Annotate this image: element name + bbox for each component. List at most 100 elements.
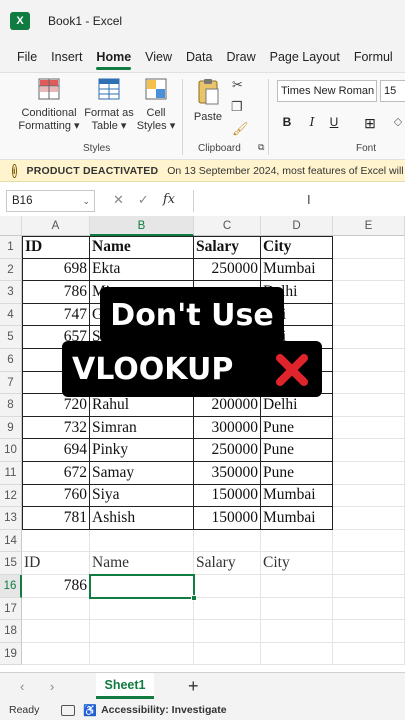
row-header-2[interactable]: 2 — [0, 258, 22, 282]
grid-cell[interactable] — [333, 642, 405, 666]
sheet-tab-sheet1[interactable]: Sheet1 — [96, 673, 154, 699]
paste-button[interactable]: Paste — [190, 77, 226, 124]
grid-cell[interactable]: Pune — [261, 462, 333, 485]
column-header-b[interactable]: B — [90, 216, 194, 236]
row-header-5[interactable]: 5 — [0, 326, 22, 349]
grid-cell[interactable]: 150000 — [194, 507, 261, 530]
chevron-right-icon[interactable]: › — [50, 679, 54, 694]
tab-home[interactable]: Home — [89, 42, 138, 72]
grid-cell[interactable] — [333, 394, 405, 417]
cell-styles-button[interactable]: Cell Styles ▾ — [134, 77, 178, 133]
italic-button[interactable]: I — [304, 115, 320, 129]
grid-cell[interactable] — [333, 462, 405, 485]
grid-cell[interactable]: Mumbai — [261, 484, 333, 508]
grid-cell[interactable] — [333, 349, 405, 372]
formula-input[interactable]: I — [193, 190, 405, 212]
grid-cell[interactable] — [333, 575, 405, 598]
fill-handle[interactable] — [191, 594, 197, 601]
row-header-17[interactable]: 17 — [0, 597, 22, 621]
tab-draw[interactable]: Draw — [219, 42, 262, 72]
select-all-corner[interactable] — [0, 216, 22, 236]
grid-cell[interactable] — [261, 620, 333, 643]
grid-cell[interactable]: 694 — [22, 439, 90, 462]
grid-cell[interactable]: City — [261, 552, 333, 575]
row-header-10[interactable]: 10 — [0, 439, 22, 462]
grid-cell[interactable]: Ekta — [90, 258, 194, 282]
row-header-7[interactable]: 7 — [0, 371, 22, 395]
grid-cell[interactable]: Rahul — [90, 394, 194, 417]
grid-cell[interactable] — [22, 642, 90, 666]
grid-cell[interactable]: Name — [90, 552, 194, 575]
tab-view[interactable]: View — [138, 42, 179, 72]
row-header-14[interactable]: 14 — [0, 529, 22, 553]
grid-cell[interactable] — [261, 597, 333, 621]
grid-cell[interactable]: 781 — [22, 507, 90, 530]
tab-file[interactable]: File — [0, 42, 44, 72]
grid-cell[interactable] — [22, 529, 90, 553]
row-header-9[interactable]: 9 — [0, 416, 22, 440]
row-header-13[interactable]: 13 — [0, 507, 22, 530]
row-header-15[interactable]: 15 — [0, 552, 22, 575]
grid-cell[interactable] — [90, 620, 194, 643]
grid-cell[interactable]: 786 — [22, 575, 90, 598]
font-name-select[interactable]: Times New Roman — [277, 80, 377, 102]
tab-formulas[interactable]: Formul — [347, 42, 400, 72]
grid-cell[interactable]: Samay — [90, 462, 194, 485]
grid-cell[interactable] — [333, 326, 405, 349]
grid-cell[interactable]: Mumbai — [261, 258, 333, 282]
grid-cell[interactable] — [333, 552, 405, 575]
grid-cell[interactable] — [333, 281, 405, 304]
grid-cell[interactable] — [261, 529, 333, 553]
tab-page-layout[interactable]: Page Layout — [263, 42, 347, 72]
grid-cell[interactable] — [90, 642, 194, 666]
format-painter-icon[interactable]: 🖌 — [232, 121, 249, 137]
bold-button[interactable]: B — [279, 115, 295, 129]
grid-cell[interactable] — [261, 642, 333, 666]
grid-cell[interactable] — [333, 529, 405, 553]
accessibility-icon[interactable]: ♿ — [83, 704, 97, 717]
grid-cell[interactable] — [333, 416, 405, 440]
row-header-6[interactable]: 6 — [0, 349, 22, 372]
grid-cell[interactable] — [333, 371, 405, 395]
column-header-a[interactable]: A — [22, 216, 90, 236]
row-header-12[interactable]: 12 — [0, 484, 22, 508]
grid-cell[interactable]: 672 — [22, 462, 90, 485]
grid-cell[interactable]: Salary — [194, 552, 261, 575]
underline-button[interactable]: U — [326, 115, 342, 129]
grid-cell[interactable] — [333, 303, 405, 327]
grid-cell[interactable] — [90, 597, 194, 621]
tab-insert[interactable]: Insert — [44, 42, 89, 72]
grid-cell[interactable] — [333, 439, 405, 462]
grid-cell[interactable] — [194, 620, 261, 643]
grid-cell[interactable] — [333, 236, 405, 259]
name-box[interactable]: B16 ⌄ — [6, 190, 95, 212]
grid-cell[interactable]: 698 — [22, 258, 90, 282]
borders-icon[interactable]: ⊞ — [362, 115, 378, 132]
grid-cell[interactable]: 300000 — [194, 416, 261, 440]
tab-data[interactable]: Data — [179, 42, 219, 72]
grid-cell[interactable]: Salary — [194, 236, 261, 259]
grid-cell[interactable] — [194, 529, 261, 553]
grid-cell[interactable]: 732 — [22, 416, 90, 440]
row-header-3[interactable]: 3 — [0, 281, 22, 304]
grid-cell[interactable] — [90, 529, 194, 553]
row-header-19[interactable]: 19 — [0, 642, 22, 666]
grid-cell[interactable]: ID — [22, 552, 90, 575]
grid-cell[interactable]: 760 — [22, 484, 90, 508]
grid-cell[interactable]: Name — [90, 236, 194, 259]
row-header-4[interactable]: 4 — [0, 303, 22, 327]
cut-icon[interactable]: ✂ — [232, 77, 243, 93]
grid-cell[interactable]: ID — [22, 236, 90, 259]
grid-cell[interactable]: 150000 — [194, 484, 261, 508]
row-header-1[interactable]: 1 — [0, 236, 22, 259]
grid-cell[interactable]: 350000 — [194, 462, 261, 485]
grid-cell[interactable]: 250000 — [194, 439, 261, 462]
active-cell-b16[interactable] — [89, 574, 195, 599]
font-size-select[interactable]: 15 — [380, 80, 405, 102]
grid-cell[interactable] — [22, 620, 90, 643]
grid-cell[interactable]: Mumbai — [261, 507, 333, 530]
dialog-launcher-icon[interactable]: ⧉ — [258, 142, 264, 153]
enter-icon[interactable]: ✓ — [138, 192, 149, 208]
format-as-table-button[interactable]: Format as Table ▾ — [82, 77, 136, 133]
row-header-11[interactable]: 11 — [0, 462, 22, 485]
